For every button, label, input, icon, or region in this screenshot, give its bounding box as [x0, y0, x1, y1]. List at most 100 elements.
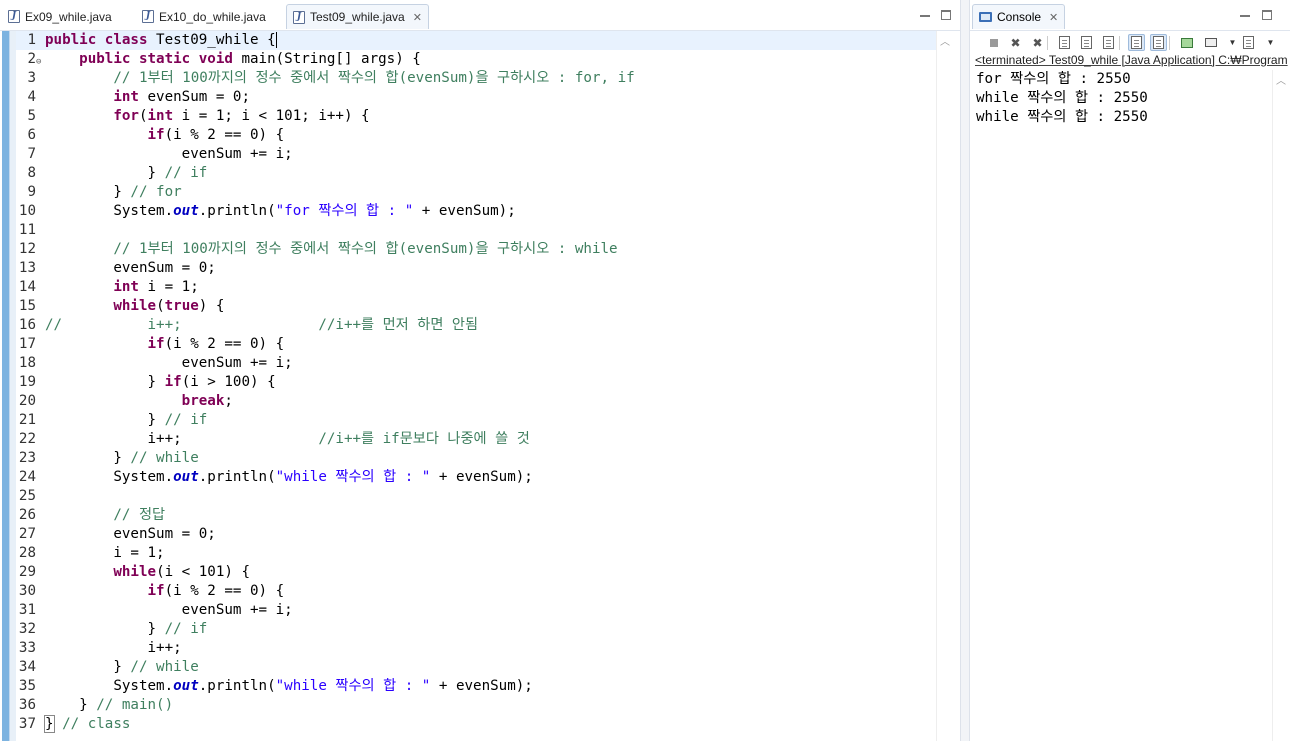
code-line[interactable]: 15 while(true) { — [16, 297, 936, 316]
code-line[interactable]: 32 } // if — [16, 620, 936, 639]
line-number: 23 — [18, 450, 36, 466]
java-file-icon: J — [8, 10, 20, 23]
code-text: System.out.println("for 짝수의 합 : " + even… — [45, 203, 516, 219]
line-number: 20 — [18, 393, 36, 409]
code-line[interactable]: 27 evenSum = 0; — [16, 525, 936, 544]
console-scrollbar[interactable]: ︿ — [1272, 70, 1288, 741]
code-line[interactable]: 14 int i = 1; — [16, 278, 936, 297]
minimize-icon[interactable] — [1240, 9, 1250, 21]
line-number: 24 — [18, 469, 36, 485]
close-tab-icon[interactable]: ✕ — [413, 11, 422, 24]
open-console-icon[interactable] — [1240, 34, 1257, 51]
scroll-up-icon[interactable]: ︿ — [940, 33, 950, 48]
java-file-icon: J — [293, 10, 305, 24]
code-text: for(int i = 1; i < 101; i++) { — [113, 108, 370, 124]
code-line[interactable]: 23 } // while — [16, 449, 936, 468]
code-line[interactable]: 33 i++; — [16, 639, 936, 658]
code-line[interactable]: 4 int evenSum = 0; — [16, 88, 936, 107]
close-tab-icon[interactable]: ✕ — [1049, 11, 1058, 24]
code-line[interactable]: 6 if(i % 2 == 0) { — [16, 126, 936, 145]
pane-divider[interactable] — [960, 0, 970, 741]
display-console-icon[interactable] — [1202, 34, 1219, 51]
show-on-stderr-icon[interactable] — [1150, 34, 1167, 51]
java-editor[interactable]: J Ex09_while.java J Ex10_do_while.java J… — [0, 0, 960, 741]
open-console-dropdown-icon[interactable]: ▼ — [1262, 34, 1279, 51]
line-number: 11 — [18, 222, 36, 238]
line-number: 32 — [18, 621, 36, 637]
code-line[interactable]: 25 — [16, 487, 936, 506]
code-line[interactable]: 1 public class Test09_while { — [16, 31, 936, 50]
console-output-line: for 짝수의 합 : 2550 — [976, 71, 1131, 87]
code-line[interactable]: 13 evenSum = 0; — [16, 259, 936, 278]
scroll-lock-icon[interactable] — [1078, 34, 1095, 51]
line-number: 28 — [18, 545, 36, 561]
scroll-up-icon[interactable]: ︿ — [1276, 72, 1286, 87]
console-icon — [979, 12, 992, 22]
code-line[interactable]: 3 // 1부터 100까지의 정수 중에서 짝수의 합(evenSum)을 구… — [16, 69, 936, 88]
code-line[interactable]: 34 } // while — [16, 658, 936, 677]
code-line[interactable]: 9 } // for — [16, 183, 936, 202]
terminate-icon[interactable] — [985, 34, 1002, 51]
tab-console[interactable]: Console ✕ — [972, 4, 1066, 29]
maximize-icon[interactable] — [1262, 10, 1272, 22]
code-text: } // if — [45, 412, 208, 428]
tab-test09-while[interactable]: J Test09_while.java ✕ — [286, 4, 429, 29]
code-line[interactable]: 22 i++; //i++를 if문보다 나중에 쓸 것 — [16, 430, 936, 449]
line-number: 35 — [18, 678, 36, 694]
code-line[interactable]: 26 // 정답 — [16, 506, 936, 525]
code-text: if(i % 2 == 0) { — [147, 127, 285, 143]
code-line[interactable]: 35 System.out.println("while 짝수의 합 : " +… — [16, 677, 936, 696]
code-text: } // main() — [45, 697, 174, 713]
line-number: 14 — [18, 279, 36, 295]
line-number: 2 — [27, 51, 36, 67]
tab-ex09-while[interactable]: J Ex09_while.java — [2, 4, 118, 29]
code-line[interactable]: 11 — [16, 221, 936, 240]
code-text: i = 1; — [45, 545, 165, 561]
remove-launch-icon[interactable]: ✖ — [1007, 34, 1024, 51]
code-area[interactable]: 1 public class Test09_while {2 ⊖ public st… — [16, 31, 936, 741]
code-line[interactable]: 7 evenSum += i; — [16, 145, 936, 164]
pin-console-icon[interactable] — [1178, 34, 1195, 51]
console-output-line: while 짝수의 합 : 2550 — [976, 90, 1148, 106]
toolbar-separator — [1119, 36, 1120, 50]
code-line[interactable]: 16 // i++; //i++를 먼저 하면 안됨 — [16, 316, 936, 335]
code-line[interactable]: 12 // 1부터 100까지의 정수 중에서 짝수의 합(evenSum)을 … — [16, 240, 936, 259]
code-line[interactable]: 28 i = 1; — [16, 544, 936, 563]
code-line[interactable]: 10 System.out.println("for 짝수의 합 : " + e… — [16, 202, 936, 221]
code-line[interactable]: 17 if(i % 2 == 0) { — [16, 335, 936, 354]
line-number: 13 — [18, 260, 36, 276]
tab-label: Ex10_do_while.java — [159, 9, 266, 24]
java-file-icon: J — [142, 10, 154, 23]
minimize-icon[interactable] — [920, 9, 930, 21]
remove-all-terminated-icon[interactable]: ✖ — [1029, 34, 1046, 51]
code-line[interactable]: 37 } // class — [16, 715, 936, 734]
code-line[interactable]: 21 } // if — [16, 411, 936, 430]
code-text: public static void main(String[] args) { — [79, 51, 421, 67]
code-line[interactable]: 18 evenSum += i; — [16, 354, 936, 373]
show-on-stdout-icon[interactable] — [1128, 34, 1145, 51]
code-line[interactable]: 8 } // if — [16, 164, 936, 183]
code-line[interactable]: 20 break; — [16, 392, 936, 411]
code-line[interactable]: 29 while(i < 101) { — [16, 563, 936, 582]
line-number: 27 — [18, 526, 36, 542]
maximize-icon[interactable] — [941, 10, 951, 22]
code-text: if(i % 2 == 0) { — [147, 336, 285, 352]
clear-console-icon[interactable] — [1056, 34, 1073, 51]
code-line[interactable]: 19 } if(i > 100) { — [16, 373, 936, 392]
word-wrap-icon[interactable] — [1100, 34, 1117, 51]
tab-label: Test09_while.java — [310, 10, 405, 24]
line-number: 30 — [18, 583, 36, 599]
console-output[interactable]: for 짝수의 합 : 2550 while 짝수의 합 : 2550 while … — [976, 70, 1272, 127]
tab-label: Ex09_while.java — [25, 9, 112, 24]
code-text: } // class — [44, 715, 131, 733]
editor-scrollbar[interactable]: ︿ — [936, 31, 952, 741]
code-line[interactable]: 24 System.out.println("while 짝수의 합 : " +… — [16, 468, 936, 487]
display-console-dropdown-icon[interactable]: ▼ — [1224, 34, 1241, 51]
code-line[interactable]: 5 for(int i = 1; i < 101; i++) { — [16, 107, 936, 126]
code-line[interactable]: 36 } // main() — [16, 696, 936, 715]
code-line[interactable]: 30 if(i % 2 == 0) { — [16, 582, 936, 601]
code-line[interactable]: 2 ⊖ public static void main(String[] args… — [16, 50, 936, 69]
line-number: 37 — [18, 716, 36, 732]
code-line[interactable]: 31 evenSum += i; — [16, 601, 936, 620]
tab-ex10-do-while[interactable]: J Ex10_do_while.java — [136, 4, 272, 29]
